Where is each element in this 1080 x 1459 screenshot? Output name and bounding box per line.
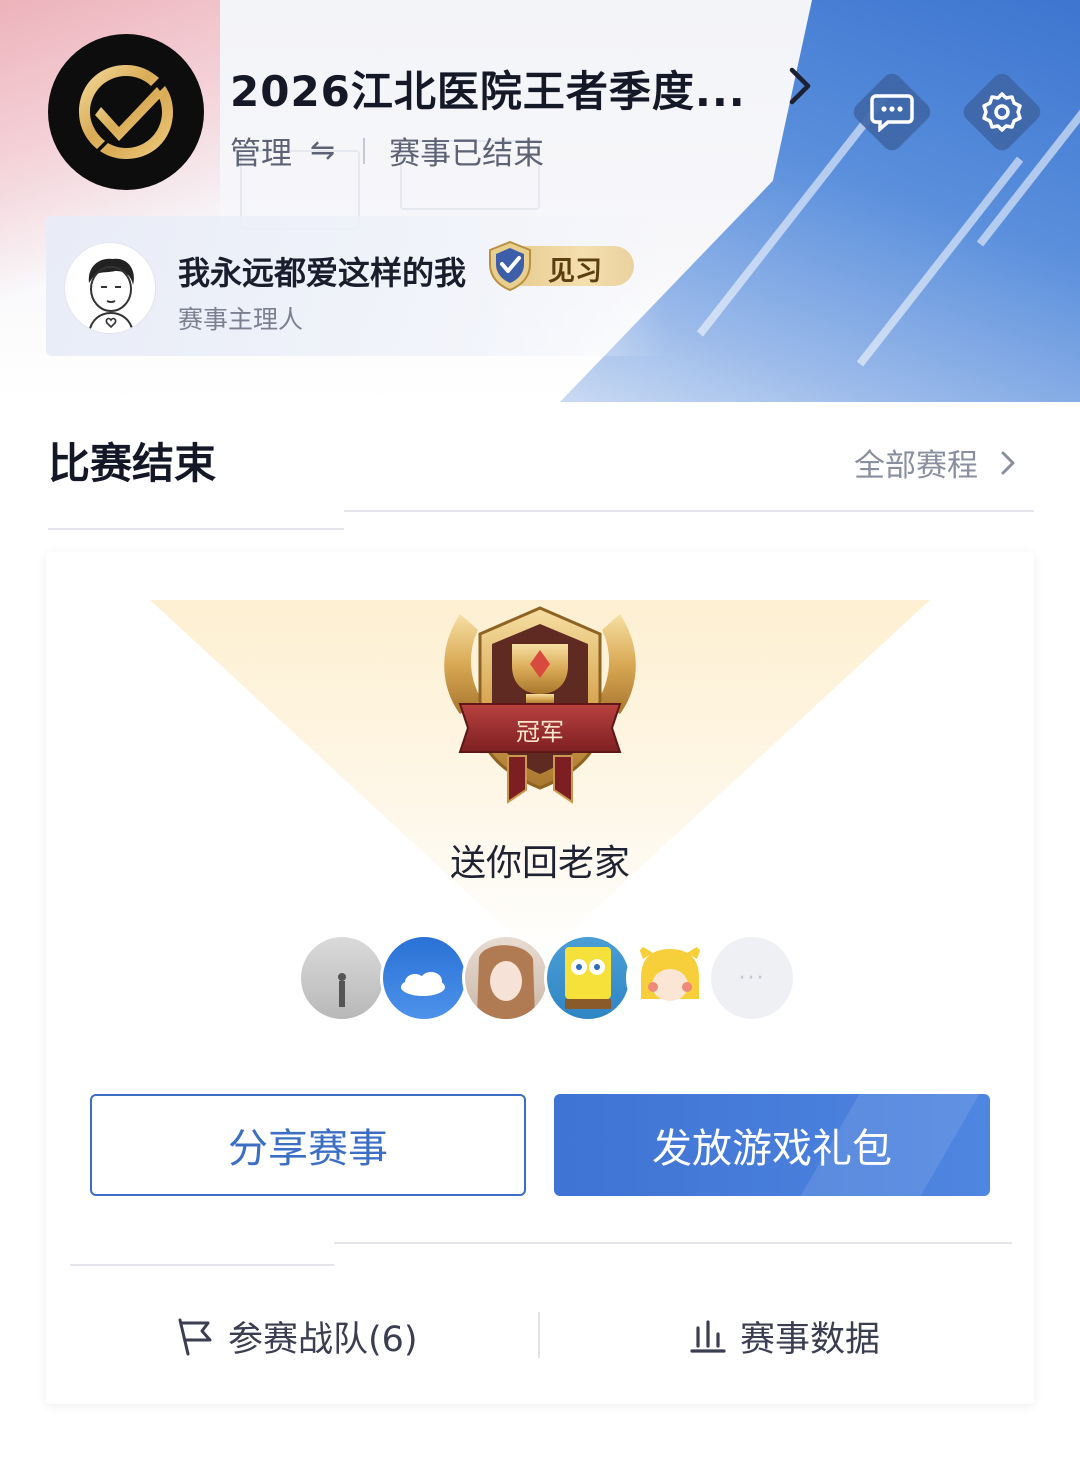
divider (363, 137, 366, 164)
teams-tab-label: 参赛战队(6) (228, 1319, 418, 1360)
event-logo (48, 34, 204, 190)
flag-icon (178, 1318, 212, 1356)
chevron-right-icon (1001, 451, 1015, 474)
host-name: 我永远都爱这样的我 (178, 254, 467, 292)
member-avatar[interactable] (626, 934, 714, 1022)
share-event-button[interactable]: 分享赛事 (90, 1094, 526, 1196)
settings-button[interactable] (960, 70, 1044, 154)
shield-check-icon (489, 240, 531, 292)
member-avatar[interactable] (298, 934, 386, 1022)
event-sub-row: 管理 ⇋ 赛事已结束 (230, 128, 544, 173)
member-avatar[interactable] (544, 934, 632, 1022)
tab-event-data[interactable]: 赛事数据 (690, 1308, 880, 1364)
event-title-row[interactable]: 2026江北医院王者季度... (230, 58, 830, 118)
event-status: 赛事已结束 (389, 136, 545, 172)
swap-icon[interactable]: ⇋ (310, 133, 335, 168)
distribute-gift-label: 发放游戏礼包 (652, 1126, 892, 1172)
distribute-gift-button[interactable]: 发放游戏礼包 (554, 1094, 990, 1196)
member-avatar[interactable] (462, 934, 550, 1022)
data-tab-label: 赛事数据 (740, 1319, 881, 1360)
host-avatar[interactable] (64, 242, 156, 334)
manage-label[interactable]: 管理 (230, 128, 292, 173)
chevron-right-icon (789, 67, 811, 105)
champion-trophy-icon (444, 606, 636, 804)
divider (334, 1242, 1012, 1244)
gear-icon (982, 92, 1022, 132)
divider (48, 528, 344, 530)
section-title: 比赛结束 (48, 439, 217, 488)
host-role: 赛事主理人 (178, 305, 304, 334)
member-avatar[interactable] (380, 934, 468, 1022)
badge-text: 见习 (548, 256, 602, 287)
champion-team-name: 送你回老家 (449, 843, 630, 884)
more-members-button[interactable]: ··· (708, 934, 796, 1022)
divider (70, 1264, 334, 1266)
tab-participating-teams[interactable]: 参赛战队(6) (174, 1308, 418, 1364)
chat-icon (870, 94, 914, 132)
all-schedule-label: 全部赛程 (854, 448, 978, 484)
all-schedule-link[interactable]: 全部赛程 (854, 440, 1016, 485)
trophy-label: 冠军 (516, 718, 564, 746)
divider (344, 510, 1034, 512)
event-header: 2026江北医院王者季度... 管理 ⇋ 赛事已结束 我永远都爱这样的我 见习 … (0, 0, 1080, 402)
bar-chart-icon (690, 1320, 726, 1353)
chat-button[interactable] (850, 70, 934, 154)
host-level-badge: 见习 (486, 240, 636, 292)
event-title: 2026江北医院王者季度... (230, 66, 746, 116)
tab-divider (538, 1312, 540, 1358)
